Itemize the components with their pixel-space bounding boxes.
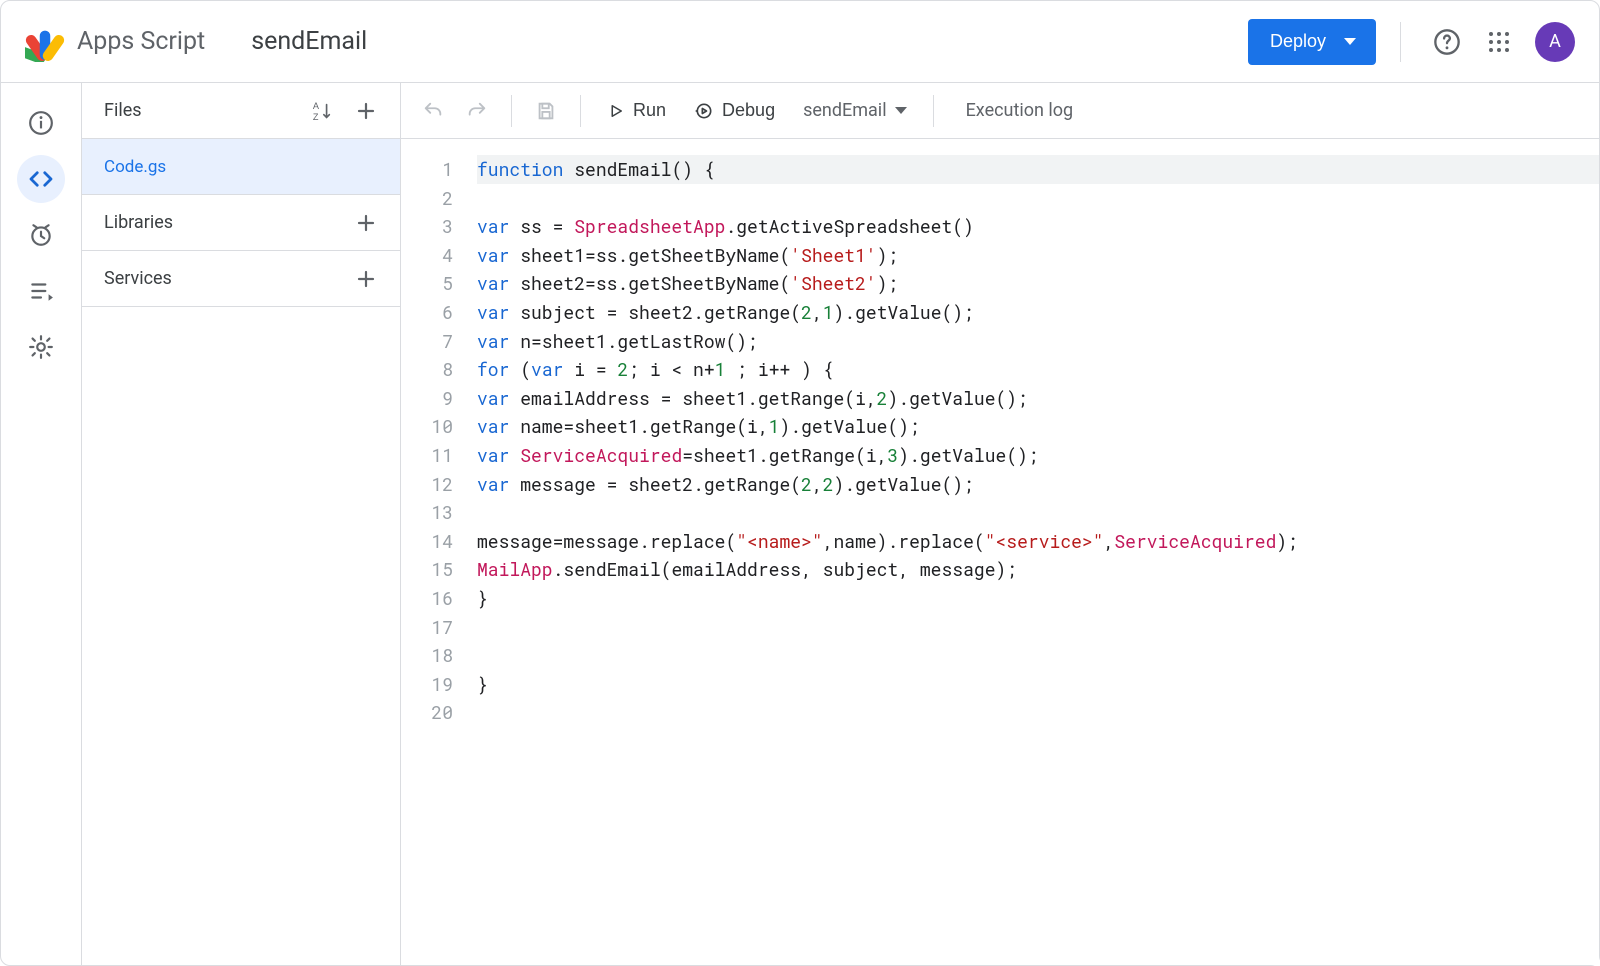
- file-name: Code.gs: [104, 157, 166, 177]
- apps-script-logo-icon: [25, 22, 65, 62]
- add-library-button[interactable]: [348, 205, 384, 241]
- apps-button[interactable]: [1477, 20, 1521, 64]
- exec-log-label: Execution log: [966, 100, 1074, 121]
- plus-icon: [354, 211, 378, 235]
- run-button[interactable]: Run: [595, 91, 678, 131]
- files-header: Files AZ: [82, 83, 400, 139]
- editor-area: Run Debug sendEmail Execution log 123456…: [401, 83, 1599, 965]
- nav-rail: [1, 83, 81, 965]
- redo-icon: [466, 100, 488, 122]
- gear-icon: [28, 334, 54, 360]
- sort-button[interactable]: AZ: [304, 93, 340, 129]
- chevron-down-icon: [1344, 38, 1356, 45]
- debug-icon: [694, 101, 714, 121]
- libraries-label: Libraries: [104, 212, 173, 233]
- header: Apps Script sendEmail Deploy A: [1, 1, 1599, 83]
- project-title[interactable]: sendEmail: [251, 27, 367, 56]
- help-button[interactable]: [1425, 20, 1469, 64]
- divider: [1400, 22, 1401, 62]
- save-icon: [535, 100, 557, 122]
- apps-grid-icon: [1487, 30, 1511, 54]
- run-label: Run: [633, 100, 666, 121]
- divider: [511, 95, 512, 127]
- svg-text:A: A: [313, 101, 320, 111]
- services-label: Services: [104, 268, 172, 289]
- plus-icon: [354, 267, 378, 291]
- add-service-button[interactable]: [348, 261, 384, 297]
- brand-name: Apps Script: [77, 27, 205, 56]
- code-content[interactable]: function sendEmail() { var ss = Spreadsh…: [467, 155, 1599, 965]
- add-file-button[interactable]: [348, 93, 384, 129]
- divider: [580, 95, 581, 127]
- rail-editor[interactable]: [17, 155, 65, 203]
- redo-button[interactable]: [457, 91, 497, 131]
- function-selector[interactable]: sendEmail: [791, 100, 919, 121]
- deploy-button[interactable]: Deploy: [1248, 19, 1376, 65]
- chevron-down-icon: [895, 107, 907, 114]
- code-icon: [26, 164, 56, 194]
- help-icon: [1433, 28, 1461, 56]
- sort-az-icon: AZ: [311, 100, 333, 122]
- svg-text:Z: Z: [313, 112, 319, 122]
- account-avatar[interactable]: A: [1535, 22, 1575, 62]
- plus-icon: [354, 99, 378, 123]
- file-item-code-gs[interactable]: Code.gs: [82, 139, 400, 195]
- code-editor[interactable]: 1234567891011121314151617181920 function…: [401, 139, 1599, 965]
- debug-button[interactable]: Debug: [682, 91, 787, 131]
- undo-icon: [422, 100, 444, 122]
- line-gutter: 1234567891011121314151617181920: [401, 155, 467, 965]
- deploy-label: Deploy: [1270, 31, 1326, 52]
- save-button[interactable]: [526, 91, 566, 131]
- editor-toolbar: Run Debug sendEmail Execution log: [401, 83, 1599, 139]
- services-header: Services: [82, 251, 400, 307]
- divider: [933, 95, 934, 127]
- avatar-letter: A: [1549, 31, 1561, 52]
- debug-label: Debug: [722, 100, 775, 121]
- files-panel: Files AZ Code.gs Libraries Services: [81, 83, 401, 965]
- undo-button[interactable]: [413, 91, 453, 131]
- execution-log-button[interactable]: Execution log: [948, 100, 1092, 121]
- rail-overview[interactable]: [17, 99, 65, 147]
- rail-settings[interactable]: [17, 323, 65, 371]
- function-selected: sendEmail: [803, 100, 887, 121]
- libraries-header: Libraries: [82, 195, 400, 251]
- info-icon: [28, 110, 54, 136]
- executions-icon: [28, 278, 54, 304]
- files-label: Files: [104, 100, 142, 121]
- clock-icon: [28, 222, 54, 248]
- rail-executions[interactable]: [17, 267, 65, 315]
- play-icon: [607, 102, 625, 120]
- rail-triggers[interactable]: [17, 211, 65, 259]
